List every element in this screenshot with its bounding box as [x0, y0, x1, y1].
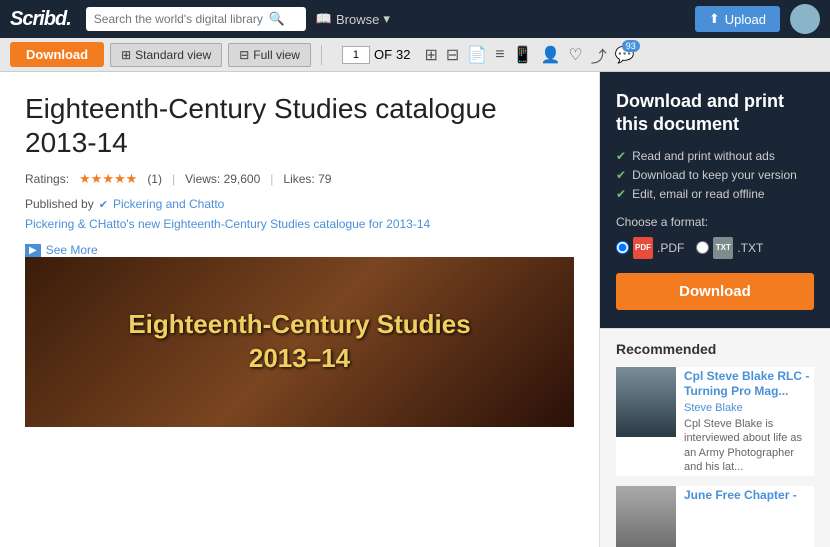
person-icon[interactable]: 👤 — [541, 45, 561, 65]
fullscreen-icon: ⊟ — [239, 48, 249, 62]
full-view-label: Full view — [253, 48, 300, 62]
preview-title-line2: 2013–14 — [128, 342, 470, 376]
rec-thumb-2 — [616, 486, 676, 547]
upload-label: Upload — [725, 12, 766, 27]
rec-item-2: June Free Chapter - — [616, 486, 814, 547]
page-of-label: OF — [374, 47, 392, 62]
search-bar: 🔍 — [86, 7, 306, 31]
document-description: Pickering & CHatto's new Eighteenth-Cent… — [25, 217, 574, 231]
main-layout: Eighteenth-Century Studies catalogue 201… — [0, 72, 830, 547]
format-options: PDF .PDF TXT .TXT — [616, 237, 814, 259]
download-main-button[interactable]: Download — [616, 273, 814, 310]
feature-item-1: ✔ Read and print without ads — [616, 149, 814, 163]
full-view-button[interactable]: ⊟ Full view — [228, 43, 311, 67]
rec-author-1[interactable]: Steve Blake — [684, 402, 814, 414]
search-button[interactable]: 🔍 — [269, 11, 285, 27]
standard-view-label: Standard view — [135, 48, 211, 62]
rec-thumb-1 — [616, 367, 676, 437]
book-icon: 📖 — [316, 11, 332, 27]
lines-icon[interactable]: ≡ — [495, 46, 504, 64]
share-icon[interactable]: ⤴ — [591, 43, 607, 67]
logo: Scribd. — [10, 8, 71, 31]
upload-button[interactable]: ⬆ Upload — [695, 6, 780, 32]
rec-item-title-2[interactable]: June Free Chapter - — [684, 488, 814, 504]
content-area: Eighteenth-Century Studies catalogue 201… — [0, 72, 600, 547]
check-icon-1: ✔ — [616, 149, 626, 163]
feature-list: ✔ Read and print without ads ✔ Download … — [616, 149, 814, 201]
right-sidebar: Download and print this document ✔ Read … — [600, 72, 830, 547]
verified-icon: ✔ — [99, 198, 108, 211]
feature-item-2: ✔ Download to keep your version — [616, 168, 814, 182]
rec-thumb-image-1 — [616, 367, 676, 437]
toolbar-icons: ⊞ ⊟ 📄 ≡ 📱 👤 ♡ ⤴ 💬 93 — [425, 43, 635, 67]
rec-content-2: June Free Chapter - — [684, 486, 814, 547]
preview-title: Eighteenth-Century Studies 2013–14 — [128, 308, 470, 376]
page-number-input[interactable] — [342, 46, 370, 64]
recommended-section: Recommended Cpl Steve Blake RLC - Turnin… — [600, 328, 830, 547]
document-preview: Eighteenth-Century Studies 2013–14 — [25, 257, 574, 427]
separator-2: | — [270, 172, 273, 186]
rec-desc-1: Cpl Steve Blake is interviewed about lif… — [684, 417, 814, 474]
publisher-link[interactable]: Pickering and Chatto — [113, 197, 224, 211]
rec-thumb-image-2 — [616, 486, 676, 547]
star-rating: ★★★★★ — [79, 171, 137, 187]
recommended-title: Recommended — [616, 341, 814, 357]
rec-content-1: Cpl Steve Blake RLC - Turning Pro Mag...… — [684, 367, 814, 476]
rec-item-1: Cpl Steve Blake RLC - Turning Pro Mag...… — [616, 367, 814, 476]
separator-1: | — [172, 172, 175, 186]
grid-icon: ⊞ — [121, 48, 131, 62]
pdf-format-option[interactable]: PDF .PDF — [616, 237, 684, 259]
panel-title: Download and print this document — [616, 90, 814, 137]
format-label: Choose a format: — [616, 215, 814, 229]
ratings-label: Ratings: — [25, 172, 69, 186]
see-more-button[interactable]: ▶ See More — [25, 243, 98, 257]
avatar[interactable] — [790, 4, 820, 34]
rating-count: (1) — [147, 172, 162, 186]
document-title: Eighteenth-Century Studies catalogue 201… — [25, 92, 574, 159]
page-total: 32 — [396, 47, 410, 62]
txt-label: .TXT — [737, 241, 763, 255]
standard-view-button[interactable]: ⊞ Standard view — [110, 43, 222, 67]
txt-icon: TXT — [713, 237, 733, 259]
heart-icon[interactable]: ♡ — [568, 45, 582, 65]
minus-icon[interactable]: ⊟ — [446, 45, 459, 65]
search-input[interactable] — [94, 12, 264, 26]
separator — [321, 45, 322, 65]
meta-row: Ratings: ★★★★★ (1) | Views: 29,600 | Lik… — [25, 171, 574, 187]
see-more-label: See More — [46, 243, 98, 257]
arrow-right-icon: ▶ — [25, 244, 41, 257]
rec-item-title-1[interactable]: Cpl Steve Blake RLC - Turning Pro Mag... — [684, 369, 814, 400]
feature-text-1: Read and print without ads — [632, 149, 775, 163]
toolbar: Download ⊞ Standard view ⊟ Full view OF … — [0, 38, 830, 72]
published-label: Published by — [25, 197, 94, 211]
txt-radio[interactable] — [696, 241, 709, 254]
notification-badge: 93 — [622, 40, 640, 52]
browse-button[interactable]: 📖 Browse ▾ — [316, 11, 390, 27]
browse-label: Browse — [336, 12, 379, 27]
pdf-icon: PDF — [633, 237, 653, 259]
preview-title-line1: Eighteenth-Century Studies — [128, 308, 470, 342]
phone-icon[interactable]: 📱 — [513, 45, 533, 65]
check-icon-2: ✔ — [616, 168, 626, 182]
pdf-radio[interactable] — [616, 241, 629, 254]
pdf-label: .PDF — [657, 241, 684, 255]
download-toolbar-button[interactable]: Download — [10, 42, 104, 67]
document-icon[interactable]: 📄 — [467, 45, 487, 65]
feature-text-3: Edit, email or read offline — [632, 187, 765, 201]
views-count: Views: 29,600 — [185, 172, 260, 186]
txt-format-option[interactable]: TXT .TXT — [696, 237, 763, 259]
page-indicator: OF 32 — [342, 46, 411, 64]
published-row: Published by ✔ Pickering and Chatto — [25, 197, 574, 211]
add-icon[interactable]: ⊞ — [425, 45, 438, 65]
notifications-wrap: 💬 93 — [615, 45, 635, 65]
chevron-down-icon: ▾ — [383, 11, 390, 27]
check-icon-3: ✔ — [616, 187, 626, 201]
likes-count: Likes: 79 — [283, 172, 331, 186]
feature-item-3: ✔ Edit, email or read offline — [616, 187, 814, 201]
upload-icon: ⬆ — [709, 11, 720, 27]
feature-text-2: Download to keep your version — [632, 168, 797, 182]
download-panel: Download and print this document ✔ Read … — [600, 72, 830, 328]
header: Scribd. 🔍 📖 Browse ▾ ⬆ Upload — [0, 0, 830, 38]
